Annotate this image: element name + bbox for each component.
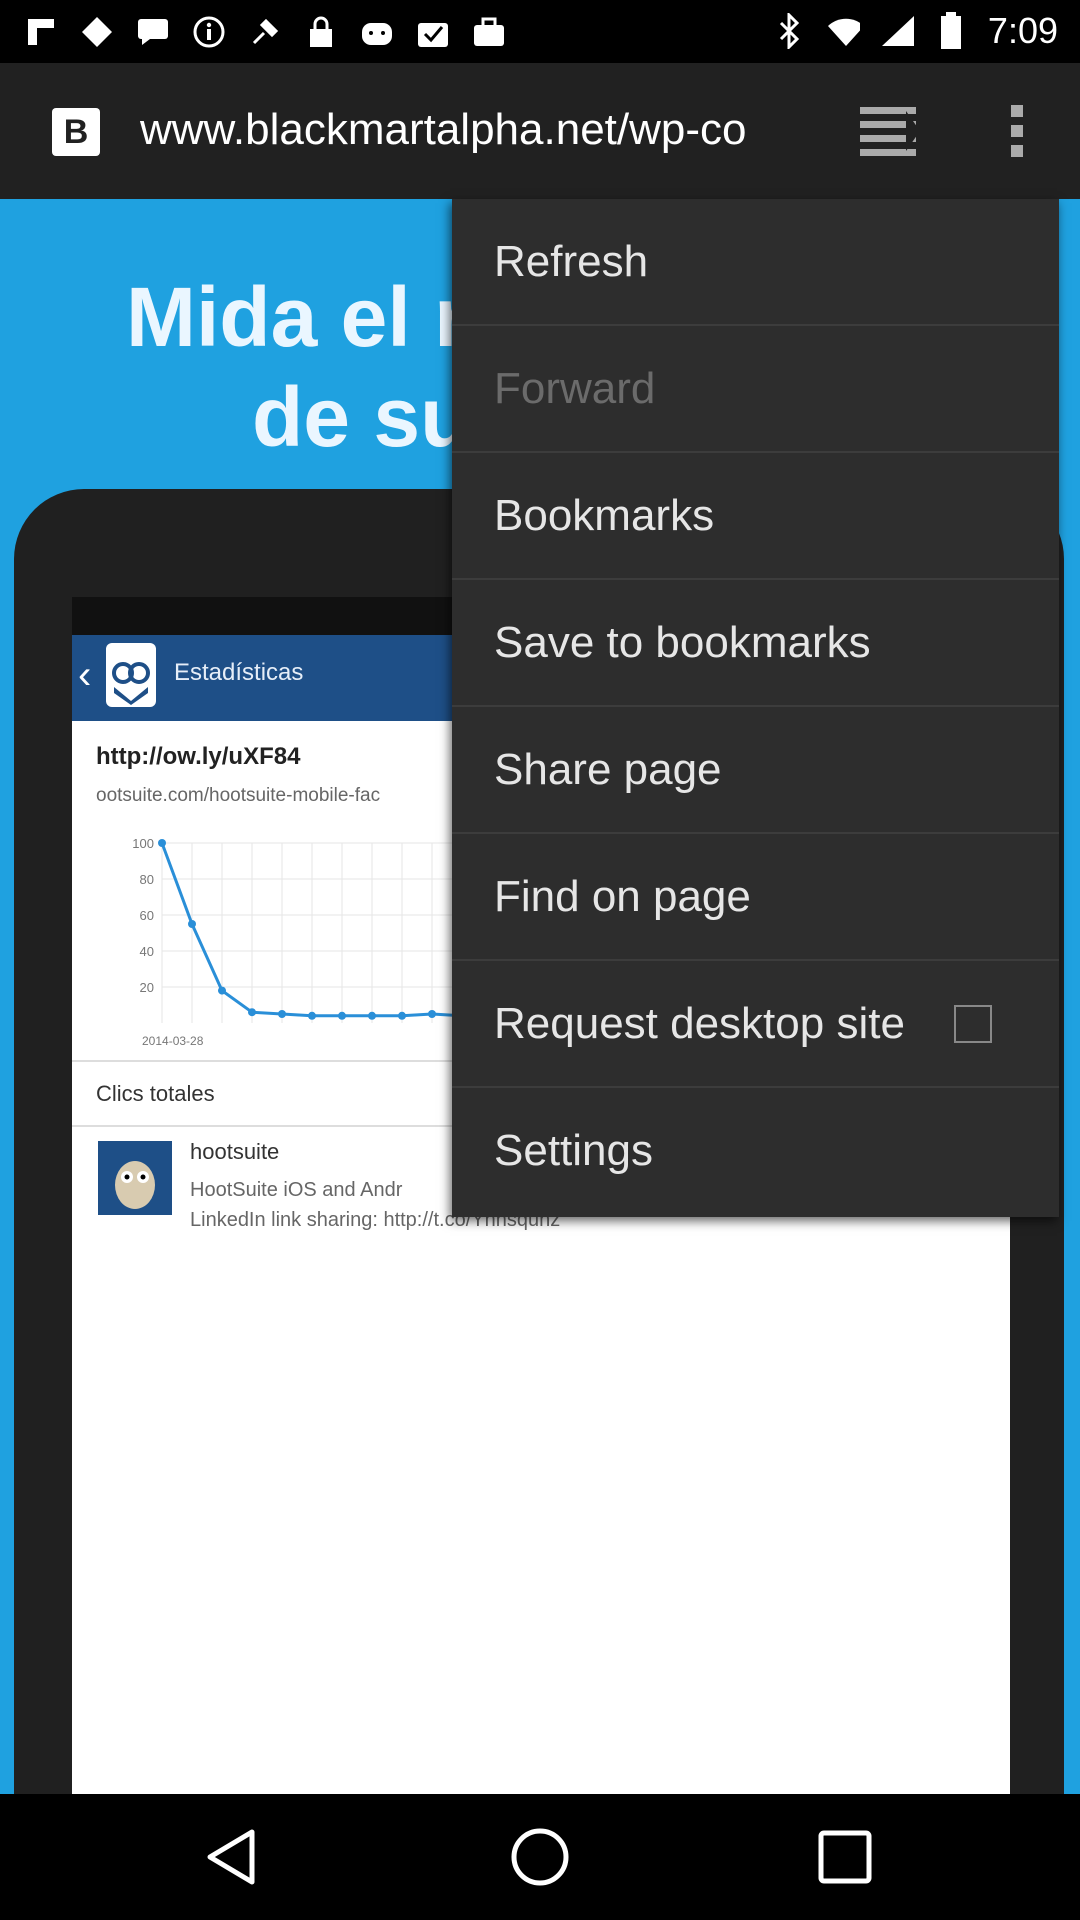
notification-icons bbox=[24, 12, 506, 52]
chart-point bbox=[278, 1010, 286, 1018]
menu-item-bookmarks[interactable]: Bookmarks bbox=[452, 453, 1059, 580]
reader-mode-icon bbox=[860, 107, 920, 156]
chart-point bbox=[248, 1008, 256, 1017]
wifi-icon bbox=[826, 14, 860, 48]
total-clicks-label: Clics totales bbox=[96, 1081, 215, 1106]
home-icon bbox=[511, 1828, 569, 1886]
back-icon bbox=[207, 1829, 255, 1885]
desktop-site-checkbox[interactable] bbox=[954, 1005, 992, 1043]
recents-button[interactable] bbox=[810, 1822, 880, 1892]
message-icon bbox=[136, 15, 170, 49]
site-favicon: B bbox=[52, 108, 100, 156]
chart-point bbox=[338, 1011, 346, 1020]
more-vert-icon bbox=[1011, 105, 1023, 157]
diamond-icon bbox=[80, 15, 114, 49]
menu-item-label: Share page bbox=[494, 745, 722, 794]
chart-ytick-label: 80 bbox=[140, 872, 154, 887]
bluetooth-icon bbox=[772, 13, 806, 49]
menu-item-forward: Forward bbox=[452, 326, 1059, 453]
chevron-left-icon: ‹ bbox=[78, 653, 92, 697]
back-button[interactable] bbox=[200, 1822, 270, 1892]
reader-mode-button[interactable] bbox=[858, 103, 928, 159]
satellite-icon bbox=[248, 15, 282, 49]
clicks-chart: 100 80 60 40 20 2014-03-28 bbox=[132, 836, 466, 1048]
chart-point bbox=[218, 986, 226, 995]
hootsuite-text-line1: HootSuite iOS and Andr bbox=[190, 1179, 403, 1201]
flipboard-icon bbox=[24, 15, 58, 49]
chart-xtick-label: 2014-03-28 bbox=[142, 1034, 204, 1048]
chart-point bbox=[308, 1011, 316, 1020]
status-bar: 7:09 bbox=[0, 0, 1080, 63]
menu-item-label: Bookmarks bbox=[494, 491, 715, 540]
battery-icon bbox=[934, 12, 968, 49]
navigation-bar bbox=[0, 1794, 1080, 1920]
briefcase-icon bbox=[472, 15, 506, 49]
app-title: Estadísticas bbox=[174, 659, 304, 686]
owl-logo-icon bbox=[106, 643, 156, 707]
menu-item-label: Settings bbox=[494, 1126, 653, 1175]
hootsuite-avatar bbox=[98, 1141, 172, 1215]
favicon-letter: B bbox=[63, 112, 89, 151]
menu-item-label: Forward bbox=[494, 364, 656, 413]
menu-item-share-page[interactable]: Share page bbox=[452, 707, 1059, 834]
headline-line1: Mida el r bbox=[126, 270, 467, 364]
chart-point bbox=[158, 839, 166, 847]
clock: 7:09 bbox=[987, 10, 1058, 51]
recents-icon bbox=[818, 1830, 872, 1884]
toast-icon bbox=[360, 15, 394, 49]
chart-ytick-label: 20 bbox=[140, 980, 154, 995]
link-subtitle: ootsuite.com/hootsuite-mobile-fac bbox=[96, 785, 381, 806]
chart-ytick-label: 40 bbox=[140, 944, 154, 959]
menu-item-label: Save to bookmarks bbox=[494, 618, 871, 667]
chart-point bbox=[398, 1011, 406, 1020]
url-field[interactable]: www.blackmartalpha.net/wp-co bbox=[140, 105, 820, 155]
home-button[interactable] bbox=[505, 1822, 575, 1892]
overflow-menu: Refresh Forward Bookmarks Save to bookma… bbox=[452, 199, 1059, 1217]
signal-icon bbox=[880, 14, 914, 48]
system-icons: 7:09 bbox=[772, 8, 1058, 54]
info-icon bbox=[192, 15, 226, 49]
checklist-icon bbox=[416, 15, 450, 49]
menu-item-settings[interactable]: Settings bbox=[452, 1088, 1059, 1217]
menu-item-label: Refresh bbox=[494, 237, 649, 286]
link-title: http://ow.ly/uXF84 bbox=[96, 743, 301, 770]
chart-point bbox=[188, 920, 196, 928]
menu-item-label: Find on page bbox=[494, 872, 751, 921]
menu-item-label: Request desktop site bbox=[494, 999, 905, 1048]
chart-point bbox=[368, 1011, 376, 1020]
chart-point bbox=[428, 1010, 436, 1018]
chart-ytick-label: 100 bbox=[132, 836, 154, 851]
browser-toolbar: B www.blackmartalpha.net/wp-co bbox=[0, 63, 1080, 199]
menu-item-refresh[interactable]: Refresh bbox=[452, 199, 1059, 326]
lock-icon bbox=[304, 15, 338, 49]
overflow-menu-button[interactable] bbox=[998, 101, 1038, 161]
menu-item-request-desktop-site[interactable]: Request desktop site bbox=[452, 961, 1059, 1088]
hootsuite-name: hootsuite bbox=[190, 1139, 280, 1164]
chart-ytick-label: 60 bbox=[140, 908, 154, 923]
headline-line2: de su bbox=[252, 370, 472, 464]
menu-item-save-to-bookmarks[interactable]: Save to bookmarks bbox=[452, 580, 1059, 707]
menu-item-find-on-page[interactable]: Find on page bbox=[452, 834, 1059, 961]
